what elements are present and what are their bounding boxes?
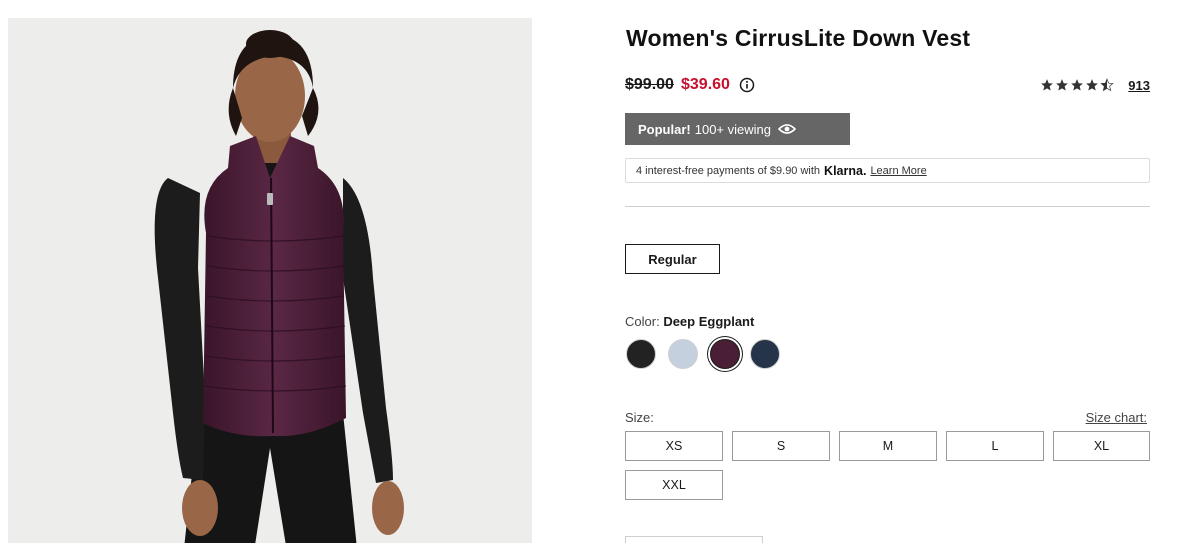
color-swatch-light-blue[interactable] bbox=[668, 339, 698, 369]
eye-icon bbox=[777, 124, 796, 134]
product-image[interactable] bbox=[8, 18, 532, 543]
product-photo-illustration bbox=[154, 30, 404, 543]
sale-price: $39.60 bbox=[681, 76, 730, 93]
star-full-icon bbox=[1086, 79, 1099, 91]
size-option-xl[interactable]: XL bbox=[1053, 431, 1150, 461]
product-details: Women's CirrusLite Down Vest $99.00 $39.… bbox=[625, 0, 1150, 543]
original-price: $99.00 bbox=[625, 76, 674, 93]
rating-stars bbox=[1040, 78, 1114, 92]
viewing-count: 100+ viewing bbox=[694, 121, 771, 137]
color-label: Color: Deep Eggplant bbox=[625, 314, 754, 329]
size-option-xxl[interactable]: XXL bbox=[625, 470, 723, 500]
rating[interactable]: 913 bbox=[1040, 76, 1150, 94]
size-chart-link[interactable]: Size chart: bbox=[1086, 410, 1147, 425]
product-title: Women's CirrusLite Down Vest bbox=[626, 25, 971, 51]
klarna-banner: 4 interest-free payments of $9.90 with K… bbox=[625, 158, 1150, 183]
star-full-icon bbox=[1071, 79, 1084, 91]
star-half-icon bbox=[1100, 78, 1114, 92]
size-option-xs[interactable]: XS bbox=[625, 431, 723, 461]
size-option-l[interactable]: L bbox=[946, 431, 1044, 461]
popular-label: Popular! bbox=[638, 121, 691, 137]
klarna-message: 4 interest-free payments of $9.90 with bbox=[636, 164, 821, 177]
star-full-icon bbox=[1041, 79, 1054, 91]
selected-color-name: Deep Eggplant bbox=[663, 314, 755, 329]
size-option-m[interactable]: M bbox=[839, 431, 937, 461]
review-count-link[interactable]: 913 bbox=[1128, 78, 1150, 93]
divider bbox=[625, 206, 1150, 207]
color-swatch-navy[interactable] bbox=[750, 339, 780, 369]
star-full-icon bbox=[1056, 79, 1069, 91]
fit-option-regular[interactable]: Regular bbox=[625, 244, 720, 274]
color-swatch-black[interactable] bbox=[626, 339, 656, 369]
size-label: Size: bbox=[625, 410, 654, 425]
info-icon[interactable] bbox=[739, 77, 755, 93]
klarna-learn-more-link[interactable]: Learn More bbox=[870, 165, 926, 177]
color-swatch-deep-eggplant[interactable] bbox=[710, 339, 740, 369]
klarna-logo: Klarna. bbox=[824, 163, 867, 178]
size-option-s[interactable]: S bbox=[732, 431, 830, 461]
popularity-banner: Popular! 100+ viewing bbox=[625, 113, 850, 145]
quantity-selector[interactable] bbox=[625, 536, 763, 543]
color-label-text: Color: bbox=[625, 314, 660, 329]
price-row: $99.00 $39.60 913 bbox=[625, 74, 1150, 96]
